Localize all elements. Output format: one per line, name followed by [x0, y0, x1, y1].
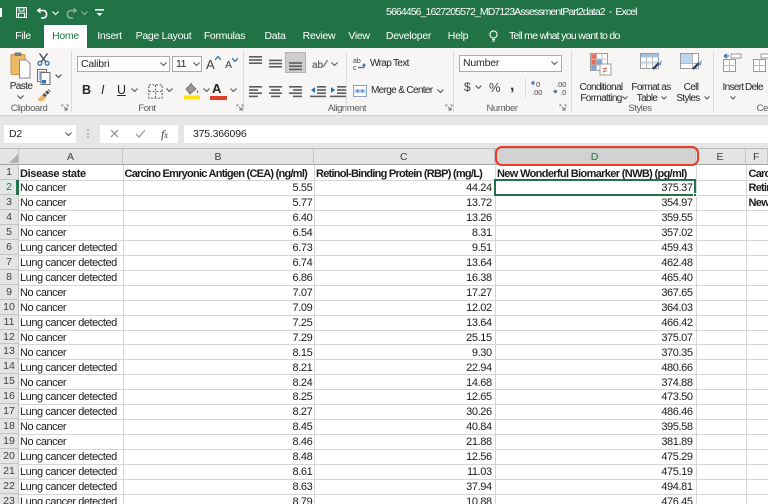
- svg-text:ab: ab: [353, 58, 361, 65]
- svg-text:c: c: [353, 65, 357, 71]
- svg-text:ab: ab: [312, 60, 324, 71]
- svg-text:.00: .00: [532, 88, 542, 96]
- svg-text:≠: ≠: [603, 65, 608, 75]
